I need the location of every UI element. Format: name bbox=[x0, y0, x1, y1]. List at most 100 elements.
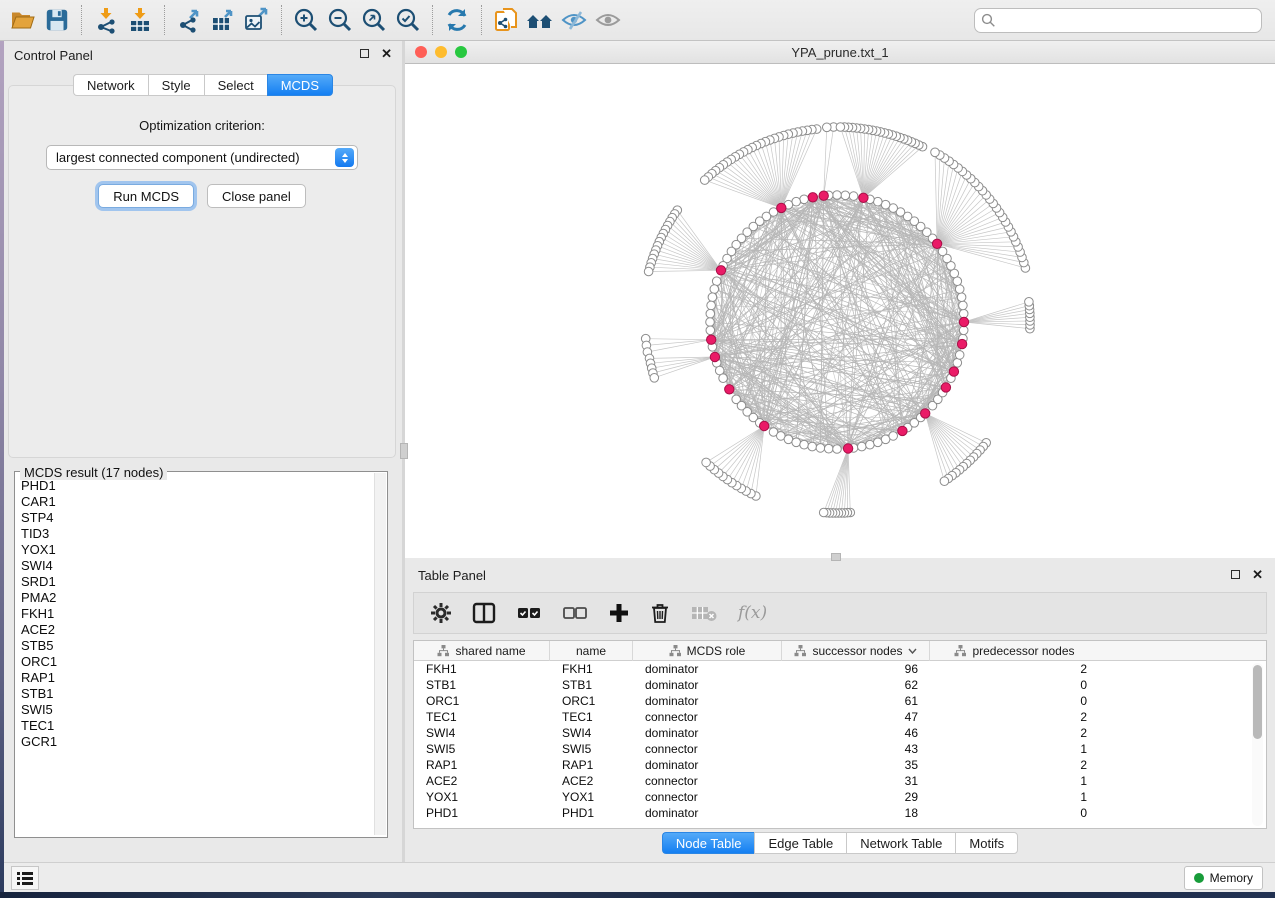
optimization-criterion-dropdown[interactable]: largest connected component (undirected) bbox=[46, 145, 358, 170]
list-item[interactable]: FKH1 bbox=[18, 606, 372, 622]
table-cell[interactable]: TEC1 bbox=[550, 709, 633, 725]
run-mcds-button[interactable]: Run MCDS bbox=[98, 184, 194, 208]
tab-edge-table[interactable]: Edge Table bbox=[754, 832, 846, 854]
table-row[interactable]: RAP1RAP1dominator352 bbox=[414, 757, 1266, 773]
tab-style[interactable]: Style bbox=[148, 74, 204, 96]
table-cell[interactable]: 0 bbox=[930, 677, 1099, 693]
table-cell[interactable]: 35 bbox=[782, 757, 930, 773]
column-header-predecessor-nodes[interactable]: predecessor nodes bbox=[930, 641, 1099, 661]
search-input[interactable] bbox=[974, 8, 1262, 33]
delete-table-icon[interactable] bbox=[690, 602, 718, 624]
float-table-panel-icon[interactable] bbox=[1231, 570, 1240, 579]
close-panel-icon[interactable]: ✕ bbox=[381, 48, 392, 59]
table-cell[interactable]: 1 bbox=[930, 741, 1099, 757]
horizontal-divider-grip[interactable] bbox=[831, 553, 841, 561]
table-cell[interactable]: 2 bbox=[930, 757, 1099, 773]
table-row[interactable]: ORC1ORC1dominator610 bbox=[414, 693, 1266, 709]
table-cell[interactable]: connector bbox=[633, 773, 782, 789]
task-history-button[interactable] bbox=[11, 866, 39, 890]
table-cell[interactable]: YOX1 bbox=[414, 789, 550, 805]
table-cell[interactable]: TEC1 bbox=[414, 709, 550, 725]
table-cell[interactable]: dominator bbox=[633, 661, 782, 677]
delete-trash-icon[interactable] bbox=[650, 602, 670, 624]
column-header-shared-name[interactable]: shared name bbox=[414, 641, 550, 661]
tab-motifs[interactable]: Motifs bbox=[955, 832, 1018, 854]
tab-select[interactable]: Select bbox=[204, 74, 267, 96]
table-row[interactable]: STB1STB1dominator620 bbox=[414, 677, 1266, 693]
mcds-result-scrollbar[interactable] bbox=[374, 473, 386, 835]
table-cell[interactable]: 31 bbox=[782, 773, 930, 789]
table-cell[interactable]: 1 bbox=[930, 789, 1099, 805]
table-row[interactable]: TEC1TEC1connector472 bbox=[414, 709, 1266, 725]
zoom-fit-button[interactable] bbox=[357, 4, 391, 36]
table-row[interactable]: FKH1FKH1dominator962 bbox=[414, 661, 1266, 677]
zoom-selected-button[interactable] bbox=[391, 4, 425, 36]
list-item[interactable]: PMA2 bbox=[18, 590, 372, 606]
zoom-out-button[interactable] bbox=[323, 4, 357, 36]
table-scrollbar[interactable] bbox=[1252, 663, 1263, 826]
table-cell[interactable]: ORC1 bbox=[414, 693, 550, 709]
import-table-button[interactable] bbox=[123, 4, 157, 36]
table-cell[interactable]: RAP1 bbox=[550, 757, 633, 773]
table-cell[interactable]: connector bbox=[633, 789, 782, 805]
table-cell[interactable]: STB1 bbox=[550, 677, 633, 693]
table-cell[interactable]: STB1 bbox=[414, 677, 550, 693]
list-item[interactable]: CAR1 bbox=[18, 494, 372, 510]
mcds-result-list[interactable]: PHD1CAR1STP4TID3YOX1SWI4SRD1PMA2FKH1ACE2… bbox=[18, 478, 372, 834]
table-cell[interactable]: YOX1 bbox=[550, 789, 633, 805]
table-cell[interactable]: 29 bbox=[782, 789, 930, 805]
close-panel-button[interactable]: Close panel bbox=[207, 184, 306, 208]
export-network-button[interactable] bbox=[172, 4, 206, 36]
list-item[interactable]: TEC1 bbox=[18, 718, 372, 734]
column-header-mcds-role[interactable]: MCDS role bbox=[633, 641, 782, 661]
network-window-titlebar[interactable]: YPA_prune.txt_1 bbox=[405, 41, 1275, 64]
table-cell[interactable]: SWI5 bbox=[414, 741, 550, 757]
float-panel-icon[interactable] bbox=[360, 49, 369, 58]
table-row[interactable]: PHD1PHD1dominator180 bbox=[414, 805, 1266, 821]
table-cell[interactable]: 47 bbox=[782, 709, 930, 725]
select-all-icon[interactable] bbox=[516, 602, 542, 624]
table-cell[interactable]: 1 bbox=[930, 773, 1099, 789]
table-cell[interactable]: FKH1 bbox=[550, 661, 633, 677]
list-item[interactable]: SRD1 bbox=[18, 574, 372, 590]
table-cell[interactable]: ACE2 bbox=[414, 773, 550, 789]
table-cell[interactable]: connector bbox=[633, 741, 782, 757]
export-table-button[interactable] bbox=[206, 4, 240, 36]
show-all-button[interactable] bbox=[591, 4, 625, 36]
save-session-button[interactable] bbox=[40, 4, 74, 36]
import-network-button[interactable] bbox=[89, 4, 123, 36]
column-header-name[interactable]: name bbox=[550, 641, 633, 661]
close-table-panel-icon[interactable]: ✕ bbox=[1252, 569, 1263, 580]
tab-node-table[interactable]: Node Table bbox=[662, 832, 755, 854]
table-row[interactable]: SWI4SWI4dominator462 bbox=[414, 725, 1266, 741]
vertical-divider-grip[interactable] bbox=[400, 443, 408, 459]
new-network-from-selection-button[interactable] bbox=[489, 4, 523, 36]
list-item[interactable]: STB5 bbox=[18, 638, 372, 654]
table-cell[interactable]: FKH1 bbox=[414, 661, 550, 677]
table-cell[interactable]: PHD1 bbox=[550, 805, 633, 821]
show-columns-icon[interactable] bbox=[472, 602, 496, 624]
list-item[interactable]: STB1 bbox=[18, 686, 372, 702]
list-item[interactable]: STP4 bbox=[18, 510, 372, 526]
table-cell[interactable]: ORC1 bbox=[550, 693, 633, 709]
table-cell[interactable]: 0 bbox=[930, 693, 1099, 709]
deselect-all-icon[interactable] bbox=[562, 602, 588, 624]
table-cell[interactable]: ACE2 bbox=[550, 773, 633, 789]
list-item[interactable]: ACE2 bbox=[18, 622, 372, 638]
table-cell[interactable]: 61 bbox=[782, 693, 930, 709]
table-cell[interactable]: connector bbox=[633, 709, 782, 725]
table-cell[interactable]: dominator bbox=[633, 805, 782, 821]
first-neighbors-button[interactable] bbox=[523, 4, 557, 36]
table-cell[interactable]: dominator bbox=[633, 693, 782, 709]
table-scrollbar-thumb[interactable] bbox=[1253, 665, 1262, 739]
table-row[interactable]: SWI5SWI5connector431 bbox=[414, 741, 1266, 757]
table-cell[interactable]: 96 bbox=[782, 661, 930, 677]
list-item[interactable]: YOX1 bbox=[18, 542, 372, 558]
add-icon[interactable] bbox=[608, 602, 630, 624]
settings-gear-icon[interactable] bbox=[430, 602, 452, 624]
column-header-successor-nodes[interactable]: successor nodes bbox=[782, 641, 930, 661]
list-item[interactable]: ORC1 bbox=[18, 654, 372, 670]
list-item[interactable]: TID3 bbox=[18, 526, 372, 542]
table-cell[interactable]: 2 bbox=[930, 661, 1099, 677]
table-cell[interactable]: dominator bbox=[633, 725, 782, 741]
